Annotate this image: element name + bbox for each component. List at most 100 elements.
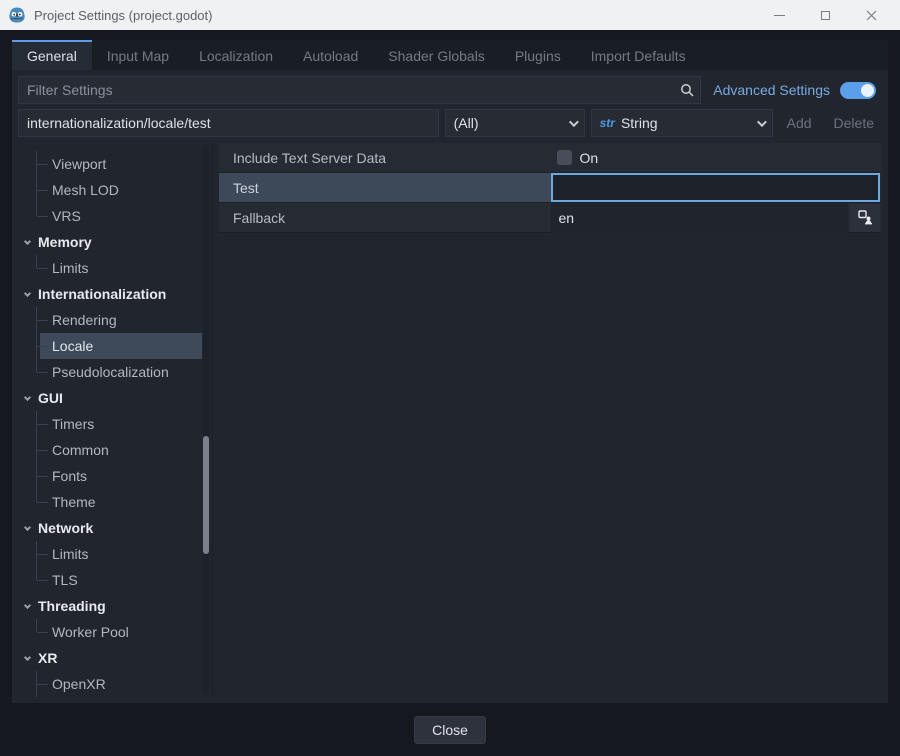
tab-bar: General Input Map Localization Autoload … [12, 40, 888, 70]
property-bar: (All) str String Add Delete [18, 109, 882, 137]
sidebar-scrollbar-thumb[interactable] [203, 436, 209, 554]
tree-section-threading[interactable]: Threading [20, 593, 202, 619]
setting-row-include-text-server-data: Include Text Server Data On [219, 143, 882, 173]
setting-value-cell: en [551, 203, 883, 232]
property-name-input[interactable] [18, 109, 439, 137]
translation-locale-icon [858, 210, 873, 225]
tree-section-label: XR [38, 650, 57, 666]
tree-item-tls[interactable]: TLS [20, 567, 202, 593]
toggle-knob [861, 84, 874, 97]
tree-section-network[interactable]: Network [20, 515, 202, 541]
chevron-down-icon [757, 117, 767, 127]
locale-settings-panel: Include Text Server Data On Test [219, 143, 882, 697]
fallback-value-field[interactable]: en [551, 203, 849, 233]
feature-filter-value: (All) [454, 115, 563, 131]
test-value-field [551, 173, 881, 202]
minimize-button[interactable] [756, 0, 802, 30]
tree-section-gui[interactable]: GUI [20, 385, 202, 411]
tab-label: Shader Globals [388, 48, 485, 64]
tree-item-viewport[interactable]: Viewport [20, 151, 202, 177]
setting-value-cell [551, 173, 883, 202]
tab-label: Localization [199, 48, 273, 64]
chevron-down-icon [24, 290, 31, 297]
maximize-icon [821, 11, 830, 20]
setting-row-fallback: Fallback en [219, 203, 882, 233]
tab-autoload[interactable]: Autoload [288, 40, 373, 70]
feature-filter-dropdown[interactable]: (All) [445, 109, 585, 137]
tab-label: Input Map [107, 48, 169, 64]
tab-shader-globals[interactable]: Shader Globals [373, 40, 500, 70]
godot-logo-icon [8, 6, 26, 24]
filter-settings-input[interactable] [27, 82, 680, 98]
tab-plugins[interactable]: Plugins [500, 40, 576, 70]
maximize-button[interactable] [802, 0, 848, 30]
chevron-down-icon [24, 602, 31, 609]
tab-label: Plugins [515, 48, 561, 64]
tab-general[interactable]: General [12, 40, 92, 70]
advanced-settings-label: Advanced Settings [713, 82, 830, 98]
chevron-down-icon [24, 654, 31, 661]
tree-item-network-limits[interactable]: Limits [20, 541, 202, 567]
tree-section-label: Internationalization [38, 286, 166, 302]
sidebar-scrollbar-track[interactable] [203, 145, 209, 695]
settings-body: Viewport Mesh LOD VRS Memory Limits Inte… [18, 143, 882, 697]
settings-tree: Viewport Mesh LOD VRS Memory Limits Inte… [18, 143, 212, 697]
tab-input-map[interactable]: Input Map [92, 40, 184, 70]
titlebar: Project Settings (project.godot) [0, 0, 900, 30]
settings-tree-sidebar: Viewport Mesh LOD VRS Memory Limits Inte… [18, 143, 213, 697]
add-button[interactable]: Add [779, 115, 820, 131]
tree-item-worker-pool[interactable]: Worker Pool [20, 619, 202, 645]
tree-item-mesh-lod[interactable]: Mesh LOD [20, 177, 202, 203]
tree-section-xr[interactable]: XR [20, 645, 202, 671]
tree-section-label: GUI [38, 390, 63, 406]
tree-item-memory-limits[interactable]: Limits [20, 255, 202, 281]
general-settings-panel: Advanced Settings (All) str String Add [12, 70, 888, 703]
tree-item-common[interactable]: Common [20, 437, 202, 463]
chevron-down-icon [24, 394, 31, 401]
tab-localization[interactable]: Localization [184, 40, 288, 70]
window-title: Project Settings (project.godot) [34, 8, 756, 23]
tree-item-clipped [20, 143, 202, 151]
string-type-icon: str [600, 116, 615, 130]
tree-item-timers[interactable]: Timers [20, 411, 202, 437]
tab-label: Autoload [303, 48, 358, 64]
search-icon [680, 83, 694, 97]
type-value: String [621, 115, 751, 131]
setting-label: Include Text Server Data [219, 143, 551, 172]
chevron-down-icon [24, 524, 31, 531]
tree-section-label: Network [38, 520, 93, 536]
type-dropdown[interactable]: str String [591, 109, 773, 137]
setting-label: Test [219, 173, 551, 202]
chevron-down-icon [24, 238, 31, 245]
close-window-button[interactable] [848, 0, 894, 30]
empty-settings-area [219, 233, 882, 697]
delete-button[interactable]: Delete [826, 115, 882, 131]
tree-item-theme[interactable]: Theme [20, 489, 202, 515]
filter-row: Advanced Settings [18, 76, 882, 104]
minimize-icon [774, 15, 785, 16]
tree-item-pseudolocalization[interactable]: Pseudolocalization [20, 359, 202, 385]
tree-item-locale[interactable]: Locale [20, 333, 202, 359]
tree-item-vrs[interactable]: VRS [20, 203, 202, 229]
tab-label: General [27, 48, 77, 64]
include-text-server-data-checkbox[interactable] [557, 150, 572, 165]
tree-item-rendering[interactable]: Rendering [20, 307, 202, 333]
tree-section-memory[interactable]: Memory [20, 229, 202, 255]
setting-label: Fallback [219, 203, 551, 232]
checkbox-on-label: On [580, 150, 599, 166]
tree-section-label: Memory [38, 234, 92, 250]
select-locale-button[interactable] [850, 204, 880, 232]
tab-label: Import Defaults [591, 48, 686, 64]
project-settings-window: Project Settings (project.godot) General… [0, 0, 900, 730]
tree-item-fonts[interactable]: Fonts [20, 463, 202, 489]
tab-import-defaults[interactable]: Import Defaults [576, 40, 701, 70]
advanced-settings-toggle[interactable] [840, 82, 876, 99]
fallback-value: en [559, 210, 575, 226]
tree-item-openxr[interactable]: OpenXR [20, 671, 202, 697]
tree-section-internationalization[interactable]: Internationalization [20, 281, 202, 307]
test-value-input[interactable] [553, 175, 879, 200]
tree-section-label: Threading [38, 598, 106, 614]
close-icon [866, 10, 877, 21]
chevron-down-icon [569, 117, 579, 127]
dialog-content: General Input Map Localization Autoload … [0, 30, 900, 756]
